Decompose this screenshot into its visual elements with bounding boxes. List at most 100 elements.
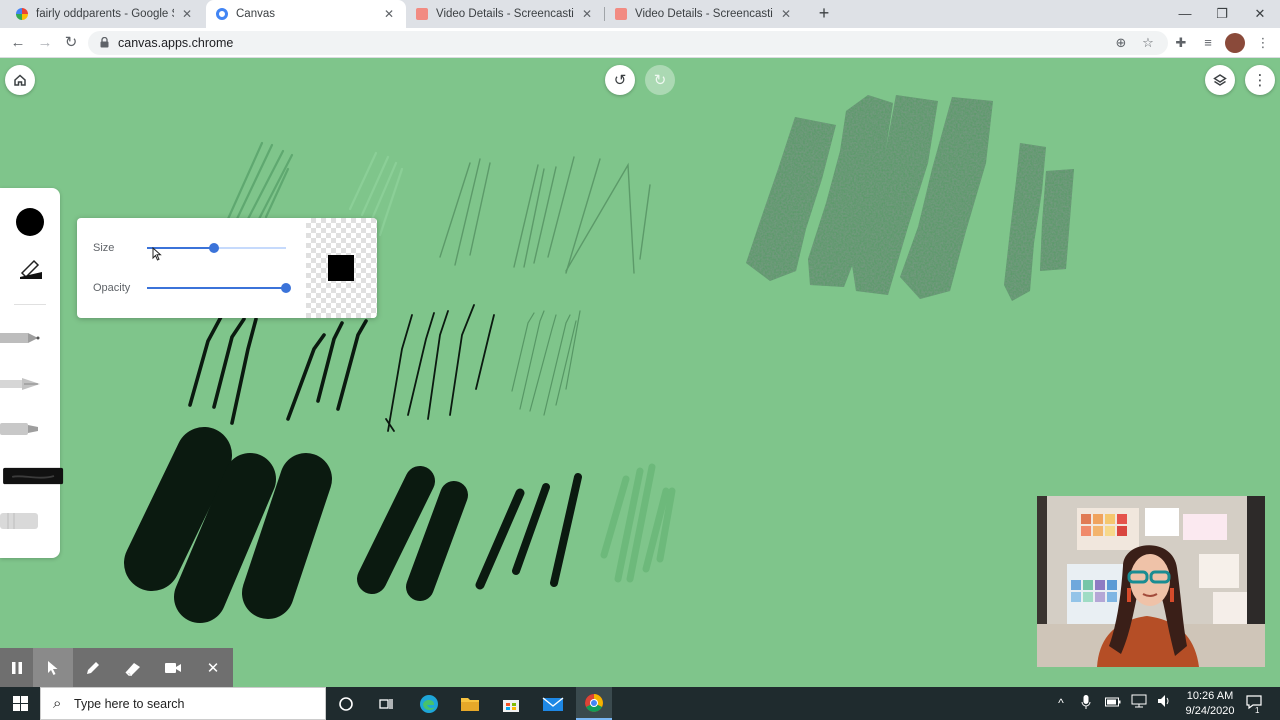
ink-strokes-thin [385,304,495,432]
forward-button[interactable]: → [34,32,56,54]
eraser-tool[interactable] [0,511,44,531]
tool-panel [0,188,64,558]
search-placeholder: Type here to search [74,697,185,711]
layers-button[interactable] [1205,65,1235,95]
install-icon[interactable]: ⊕ [1112,34,1130,52]
eraser-icon [125,663,140,676]
eraser-annotation-button[interactable] [113,648,153,687]
screencastify-icon [615,8,627,20]
size-slider-thumb[interactable] [209,243,219,253]
battery-icon[interactable] [1104,694,1122,712]
marker-strokes-large [124,427,332,623]
chalk-tool-selected[interactable] [0,466,68,486]
undo-icon: ↺ [613,72,627,89]
clock-date: 9/24/2020 [1185,704,1235,717]
webcam-overlay [1037,496,1265,667]
pen-tool[interactable] [0,328,44,348]
chrome-taskbar-button[interactable] [576,687,612,720]
redo-icon: ↻ [653,72,667,89]
opacity-slider-fill [147,287,286,289]
screencastify-icon [416,8,428,20]
media-controls-icon[interactable]: ≡ [1197,32,1219,54]
close-window-button[interactable]: ✕ [1241,3,1279,25]
reload-button[interactable]: ↻ [60,32,82,54]
show-hidden-icons[interactable]: ^ [1052,694,1070,712]
home-icon [14,74,26,86]
windows-logo-icon [12,696,28,711]
menu-icon[interactable]: ⋮ [1252,32,1274,54]
pen-annotation-button[interactable] [73,648,113,687]
webcam-toggle-button[interactable] [153,648,193,687]
color-picker-button[interactable] [16,208,44,236]
tab-screencastify-1[interactable]: Video Details - Screencastify ✕ [406,0,604,28]
mail-icon[interactable] [542,693,564,715]
tab-google-search[interactable]: fairly oddparents - Google Searc ✕ [6,0,204,28]
start-button[interactable] [0,687,40,720]
microphone-icon[interactable] [1077,694,1095,712]
windows-taskbar: ⌕ Type here to search ^ 10:26 AM 9/24/20… [0,687,1280,720]
url-text: canvas.apps.chrome [118,36,234,50]
ink-strokes-faint [511,310,581,416]
more-vert-icon: ⋮ [1252,72,1268,89]
layers-icon [1213,74,1227,86]
new-tab-button[interactable]: + [814,4,834,24]
close-toolbar-button[interactable]: ✕ [193,648,233,687]
tab-title: Video Details - Screencastify [635,8,773,20]
size-label: Size [93,242,115,254]
address-bar[interactable]: canvas.apps.chrome ⊕ ☆ [88,31,1168,55]
bookmark-star-icon[interactable]: ☆ [1139,34,1157,52]
task-view-icon[interactable] [375,693,397,715]
fountain-pen-tool[interactable] [0,374,44,394]
close-icon[interactable]: ✕ [180,7,194,21]
marker-strokes-medium [357,466,582,601]
close-icon[interactable]: ✕ [382,7,396,21]
color-preview[interactable] [306,218,377,318]
marker-strokes-faint [600,463,676,583]
search-icon: ⌕ [53,695,62,712]
tab-title: Video Details - Screencastify [436,8,574,20]
pause-icon [11,662,22,674]
pen-icon [87,662,99,674]
back-button[interactable]: ← [7,32,29,54]
screencastify-controls: ✕ [0,648,233,687]
restore-button[interactable]: ❐ [1203,3,1241,25]
pause-recording-button[interactable] [0,648,33,687]
textured-marks [746,95,1074,301]
more-options-button[interactable]: ⋮ [1245,65,1275,95]
extensions-icon[interactable]: ✚ [1170,32,1192,54]
panel-divider [14,304,46,305]
system-clock[interactable]: 10:26 AM 9/24/2020 [1180,689,1240,718]
cursor-icon [152,247,162,261]
notification-center-icon[interactable] [1245,694,1263,712]
canvas-icon [216,8,228,20]
store-icon[interactable] [500,693,522,715]
selected-color-swatch [328,255,354,281]
webcam-video [1037,496,1265,667]
drawing-canvas[interactable]: ↺ ↻ ⋮ Size Opacity ✕ [0,59,1280,687]
undo-button[interactable]: ↺ [605,65,635,95]
redo-button[interactable]: ↻ [645,65,675,95]
cursor-highlight-button[interactable] [33,648,73,687]
edge-icon[interactable] [418,693,440,715]
lock-icon [100,37,109,48]
pencil-lines-top-middle [439,156,651,274]
cortana-icon[interactable] [335,693,357,715]
tab-title: Canvas [236,8,275,20]
brush-settings-icon[interactable] [18,256,44,282]
taskbar-search[interactable]: ⌕ Type here to search [40,687,326,720]
tab-screencastify-2[interactable]: Video Details - Screencastify ✕ [605,0,803,28]
marker-tool[interactable] [0,419,44,439]
browser-toolbar: ← → ↻ canvas.apps.chrome ⊕ ☆ ✚ ≡ ⋮ [0,28,1280,58]
tab-canvas[interactable]: Canvas ✕ [206,0,406,28]
file-explorer-icon[interactable] [459,693,481,715]
pencil-strokes-top-left [226,141,294,223]
opacity-slider-thumb[interactable] [281,283,291,293]
close-icon[interactable]: ✕ [580,7,594,21]
notification-count: 1 [1255,706,1260,715]
volume-icon[interactable] [1156,694,1174,712]
avatar[interactable] [1225,33,1245,53]
home-button[interactable] [5,65,35,95]
minimize-button[interactable]: — [1166,3,1204,25]
close-icon[interactable]: ✕ [779,7,793,21]
network-icon[interactable] [1130,694,1148,712]
